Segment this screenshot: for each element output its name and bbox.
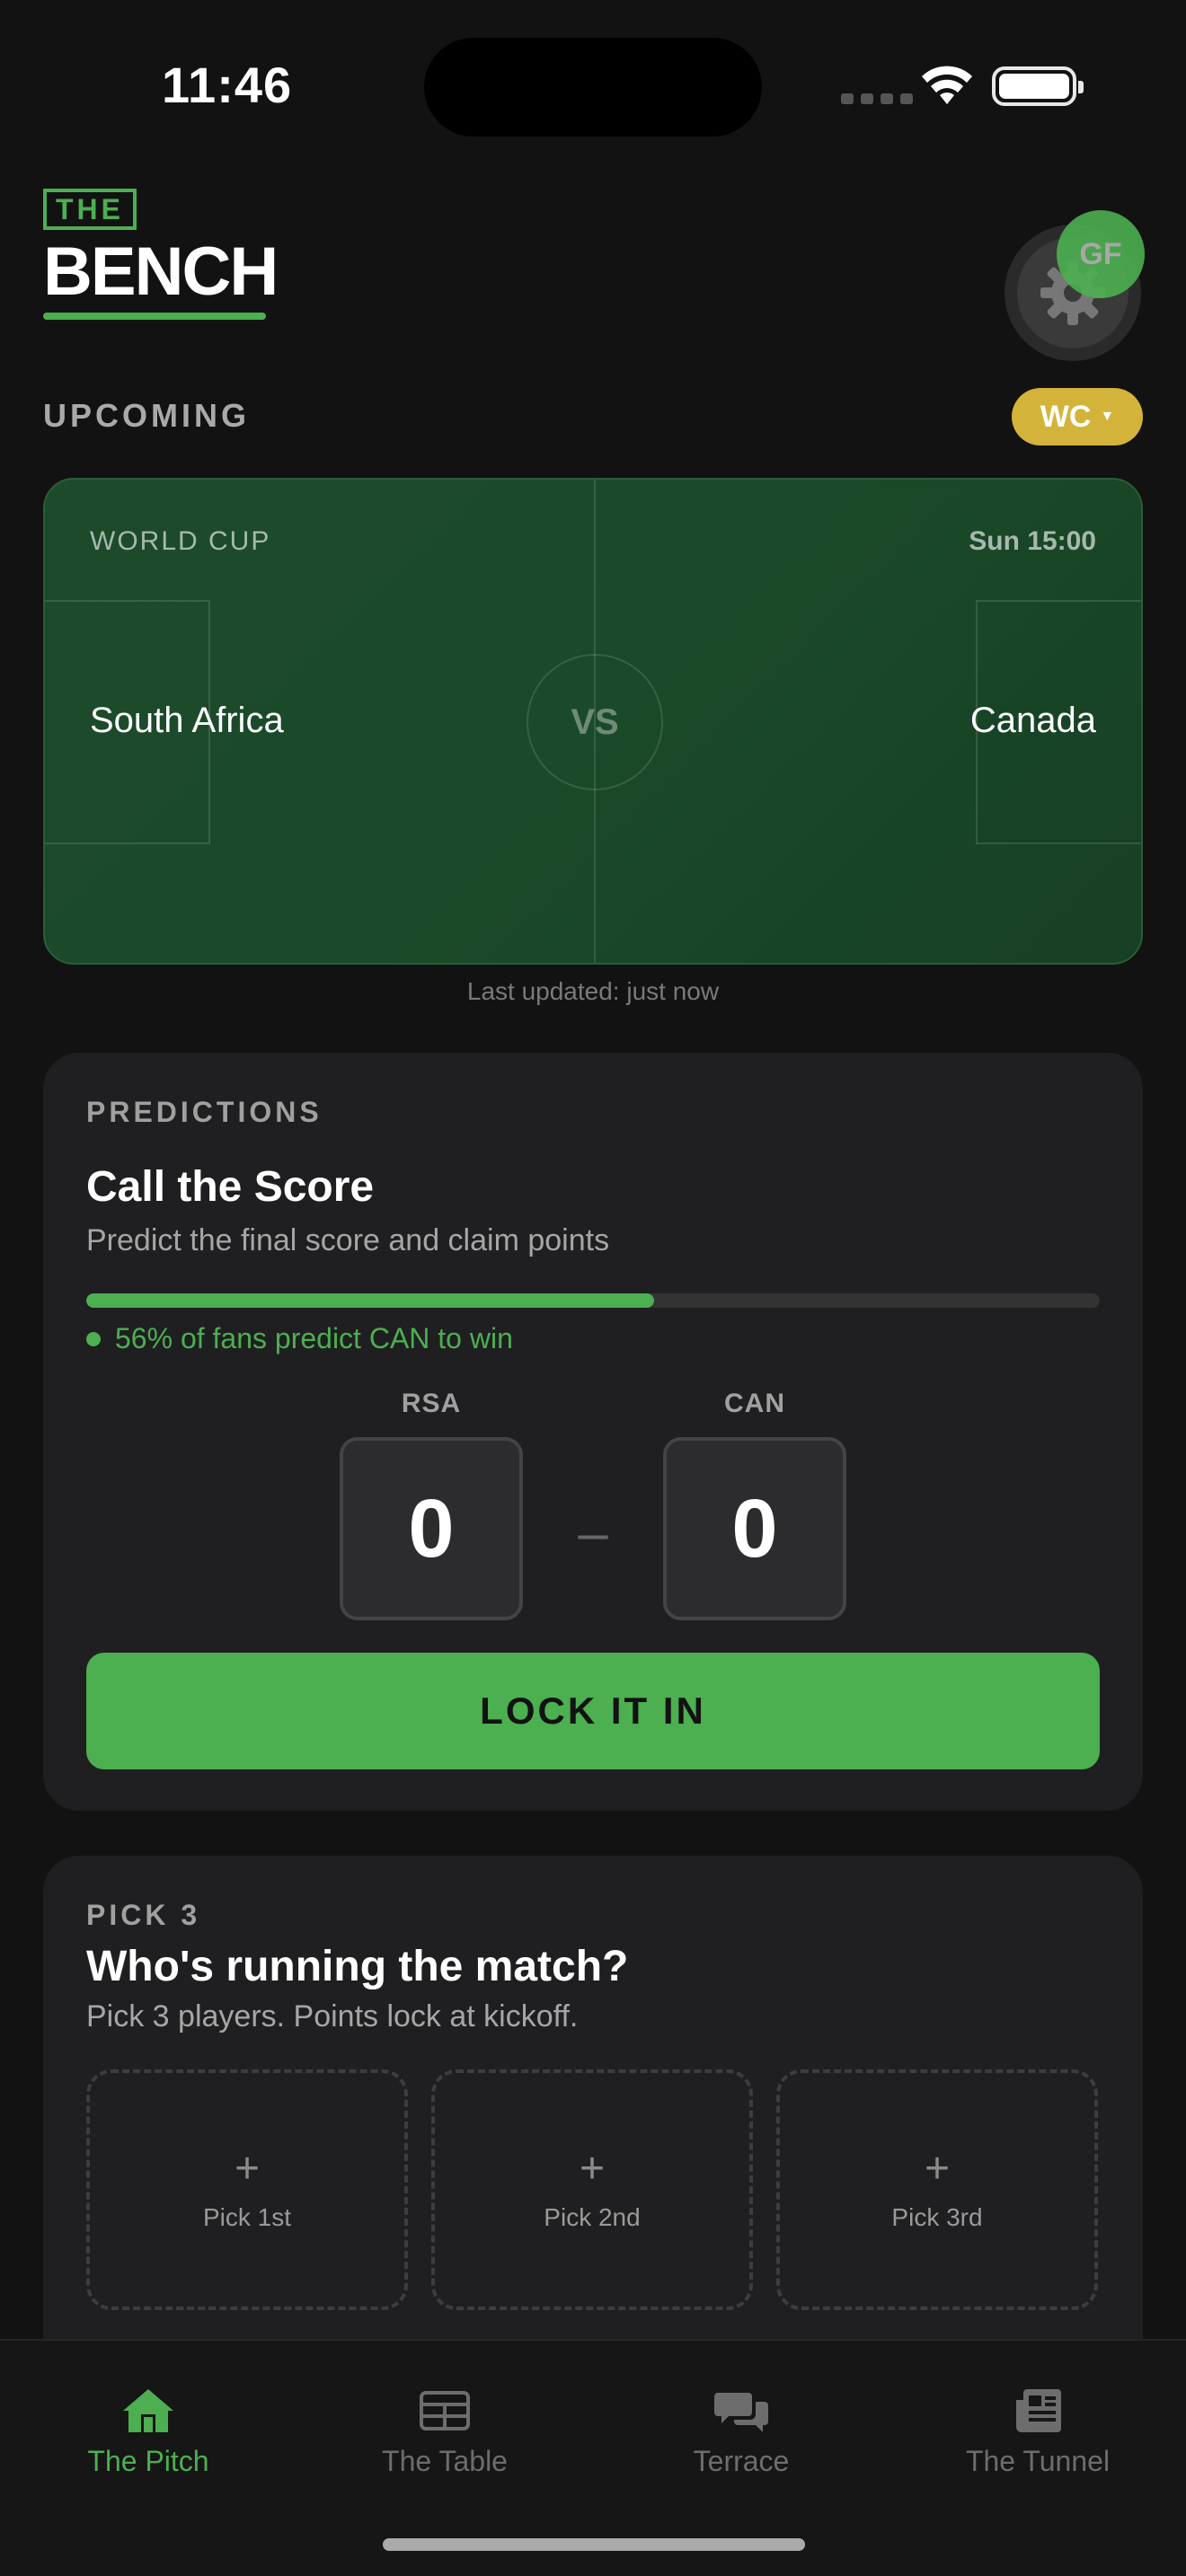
chat-icon bbox=[714, 2393, 768, 2432]
wifi-icon bbox=[922, 66, 972, 104]
predictions-kicker: PREDICTIONS bbox=[86, 1096, 323, 1128]
score-separator: – bbox=[578, 1503, 608, 1563]
vs-label: VS bbox=[571, 701, 619, 742]
home-icon bbox=[123, 2389, 173, 2432]
competition-label: WORLD CUP bbox=[90, 526, 271, 556]
away-team-code: CAN bbox=[724, 1389, 785, 1418]
status-time: 11:46 bbox=[162, 57, 293, 113]
plus-icon: + bbox=[579, 2145, 606, 2192]
app-logo: THE BENCH bbox=[43, 189, 279, 320]
center-circle: VS bbox=[527, 654, 663, 790]
last-updated-text: Last updated: just now bbox=[466, 977, 720, 1005]
competition-filter-pill[interactable]: WC ▼ bbox=[1012, 388, 1143, 446]
logo-the: THE bbox=[43, 189, 137, 230]
lock-it-in-button[interactable]: LOCK IT IN bbox=[86, 1653, 1100, 1769]
dynamic-island bbox=[424, 38, 762, 137]
logo-underline bbox=[43, 313, 266, 320]
plus-icon: + bbox=[924, 2145, 951, 2192]
logo-bench: BENCH bbox=[43, 234, 279, 310]
nav-label: The Tunnel bbox=[965, 2445, 1111, 2477]
plus-icon: + bbox=[234, 2145, 261, 2192]
away-team-name: Canada bbox=[969, 701, 1096, 740]
kickoff-time: Sun 15:00 bbox=[969, 526, 1096, 556]
chevron-down-icon: ▼ bbox=[1100, 409, 1115, 424]
section-title-upcoming: UPCOMING bbox=[43, 397, 250, 434]
nav-label: The Table bbox=[382, 2445, 508, 2477]
avatar[interactable]: GF bbox=[1057, 210, 1145, 298]
fan-prediction-text: 56% of fans predict CAN to win bbox=[115, 1322, 513, 1354]
pick3-kicker: PICK 3 bbox=[86, 1899, 201, 1931]
fan-prediction-stat: 56% of fans predict CAN to win bbox=[86, 1322, 513, 1355]
table-icon bbox=[420, 2391, 470, 2430]
predictions-title: Call the Score bbox=[86, 1163, 375, 1211]
status-bar: 11:46 bbox=[0, 0, 1186, 180]
pick-slot-1[interactable]: + Pick 1st bbox=[86, 2069, 408, 2310]
home-score-input[interactable]: 0 bbox=[340, 1437, 523, 1620]
home-team-code: RSA bbox=[401, 1389, 462, 1418]
nav-item-the-tunnel[interactable]: The Tunnel bbox=[890, 2387, 1186, 2478]
pick-slot-2[interactable]: + Pick 2nd bbox=[431, 2069, 753, 2310]
battery-icon bbox=[992, 66, 1084, 106]
pick3-subtitle: Pick 3 players. Points lock at kickoff. bbox=[86, 1999, 579, 2033]
away-score-input[interactable]: 0 bbox=[663, 1437, 846, 1620]
fan-prediction-fill bbox=[86, 1293, 654, 1308]
pick3-card: PICK 3 Who's running the match? Pick 3 p… bbox=[43, 1856, 1143, 2413]
nav-label: The Pitch bbox=[87, 2445, 209, 2477]
home-team-name: South Africa bbox=[90, 701, 284, 740]
nav-item-terrace[interactable]: Terrace bbox=[593, 2387, 890, 2478]
nav-label: Terrace bbox=[693, 2445, 790, 2477]
nav-item-the-pitch[interactable]: The Pitch bbox=[0, 2387, 296, 2478]
pick-slot-label: Pick 2nd bbox=[544, 2203, 641, 2231]
home-indicator bbox=[383, 2538, 805, 2551]
pick3-title: Who's running the match? bbox=[86, 1943, 629, 1990]
predictions-subtitle: Predict the final score and claim points bbox=[86, 1223, 610, 1257]
fan-prediction-bar bbox=[86, 1293, 1100, 1308]
status-dot-icon bbox=[86, 1331, 101, 1346]
newspaper-icon bbox=[1016, 2389, 1061, 2432]
competition-filter-label: WC bbox=[1040, 399, 1092, 434]
nav-item-the-table[interactable]: The Table bbox=[296, 2387, 593, 2478]
predictions-card: PREDICTIONS Call the Score Predict the f… bbox=[43, 1053, 1143, 1811]
match-card[interactable]: VS WORLD CUP Sun 15:00 South Africa Cana… bbox=[43, 478, 1143, 965]
pick-slot-label: Pick 3rd bbox=[891, 2203, 983, 2231]
cellular-signal-icon bbox=[841, 93, 913, 104]
pick-slot-3[interactable]: + Pick 3rd bbox=[776, 2069, 1098, 2310]
pick-slot-label: Pick 1st bbox=[202, 2203, 292, 2231]
